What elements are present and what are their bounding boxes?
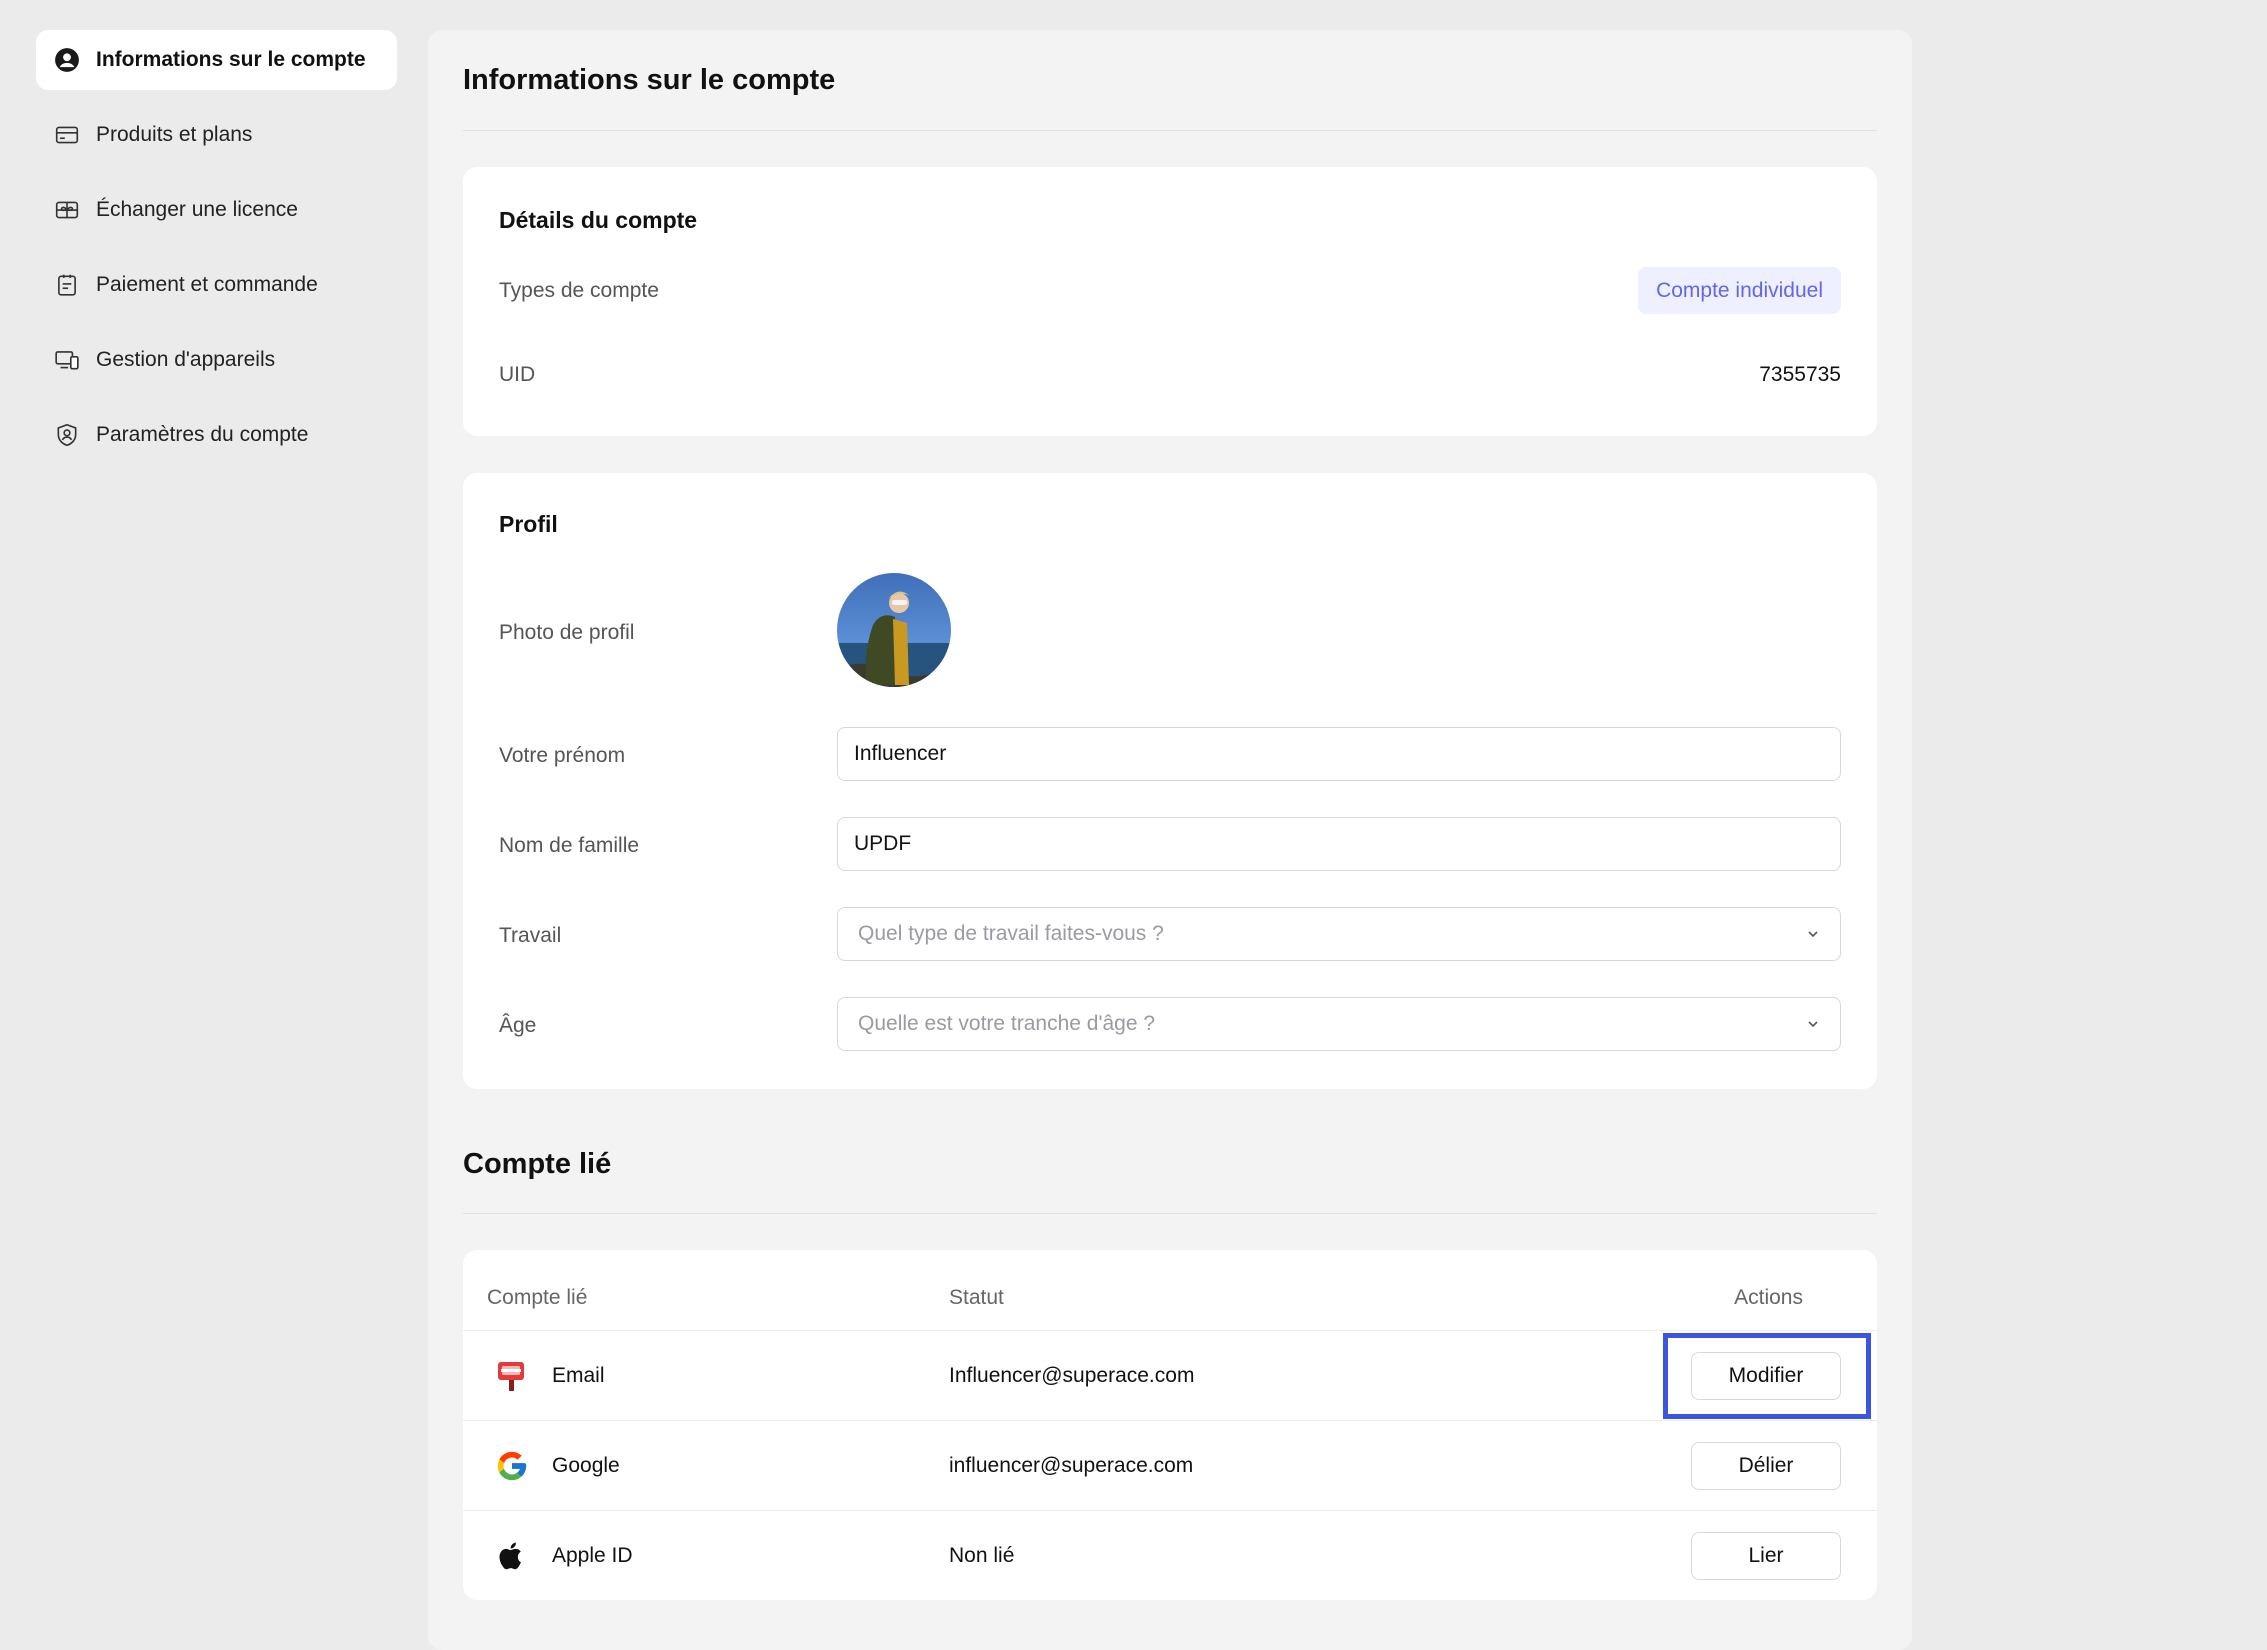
chevron-down-icon xyxy=(1808,931,1818,938)
linked-account-status: Non lié xyxy=(949,1544,1015,1567)
linked-accounts-table: Compte lié Statut Actions Email Influenc… xyxy=(463,1250,1877,1600)
profile-title: Profil xyxy=(499,511,558,537)
column-header-account: Compte lié xyxy=(487,1286,588,1309)
uid-label: UID xyxy=(499,363,536,386)
sidebar-item-devices[interactable]: Gestion d'appareils xyxy=(36,330,397,390)
account-type-label: Types de compte xyxy=(499,279,659,302)
link-apple-button[interactable]: Lier xyxy=(1691,1532,1841,1580)
linked-accounts-title: Compte lié xyxy=(463,1148,612,1180)
avatar[interactable] xyxy=(837,573,951,687)
account-details-title: Détails du compte xyxy=(499,207,698,233)
sidebar-item-label: Échanger une licence xyxy=(96,198,298,221)
table-row-google: Google influencer@superace.com Délier xyxy=(463,1420,1877,1510)
age-select[interactable]: Quelle est votre tranche d'âge ? xyxy=(837,997,1841,1051)
sidebar-item-label: Paiement et commande xyxy=(96,273,318,296)
credit-card-icon xyxy=(52,120,82,150)
account-type-badge: Compte individuel xyxy=(1638,267,1841,314)
mailbox-icon xyxy=(495,1359,529,1393)
age-label: Âge xyxy=(499,1014,537,1037)
highlight-box xyxy=(1663,1333,1871,1419)
apple-icon xyxy=(495,1539,529,1573)
age-placeholder: Quelle est votre tranche d'âge ? xyxy=(858,1012,1156,1035)
linked-account-status: Influencer@superace.com xyxy=(949,1364,1195,1387)
last-name-input[interactable] xyxy=(837,817,1841,871)
account-details-card: Détails du compte Types de compte Compte… xyxy=(463,167,1877,436)
sidebar-item-account-settings[interactable]: Paramètres du compte xyxy=(36,405,397,465)
job-label: Travail xyxy=(499,924,562,947)
linked-account-name: Email xyxy=(552,1364,605,1387)
first-name-label: Votre prénom xyxy=(499,744,626,767)
unlink-google-button[interactable]: Délier xyxy=(1691,1442,1841,1490)
shield-user-icon xyxy=(52,420,82,450)
title-divider xyxy=(463,130,1877,131)
devices-icon xyxy=(52,345,82,375)
sidebar-item-label: Paramètres du compte xyxy=(96,423,309,446)
job-placeholder: Quel type de travail faites-vous ? xyxy=(858,922,1164,945)
page-title: Informations sur le compte xyxy=(463,64,836,96)
table-row-email: Email Influencer@superace.com Modifier xyxy=(463,1330,1877,1420)
linked-account-name: Google xyxy=(552,1454,620,1477)
column-header-status: Statut xyxy=(949,1286,1004,1309)
clipboard-icon xyxy=(52,270,82,300)
linked-divider xyxy=(463,1213,1877,1214)
photo-label: Photo de profil xyxy=(499,621,635,644)
first-name-input[interactable] xyxy=(837,727,1841,781)
sidebar-item-redeem-license[interactable]: Échanger une licence xyxy=(36,180,397,240)
sidebar-item-payment-orders[interactable]: Paiement et commande xyxy=(36,255,397,315)
user-circle-icon xyxy=(52,45,82,75)
sidebar: Informations sur le compte Produits et p… xyxy=(36,30,397,480)
main-panel: Informations sur le compte Détails du co… xyxy=(428,30,1912,1650)
chevron-down-icon xyxy=(1808,1021,1818,1028)
gift-icon xyxy=(52,195,82,225)
sidebar-item-label: Informations sur le compte xyxy=(96,48,366,71)
table-row-apple: Apple ID Non lié Lier xyxy=(463,1510,1877,1600)
column-header-actions: Actions xyxy=(1734,1286,1803,1309)
linked-account-status: influencer@superace.com xyxy=(949,1454,1194,1477)
last-name-label: Nom de famille xyxy=(499,834,640,857)
sidebar-item-label: Gestion d'appareils xyxy=(96,348,276,371)
sidebar-item-label: Produits et plans xyxy=(96,123,253,146)
linked-account-name: Apple ID xyxy=(552,1544,633,1567)
google-icon xyxy=(495,1449,529,1483)
sidebar-item-account-info[interactable]: Informations sur le compte xyxy=(36,30,397,90)
sidebar-item-products[interactable]: Produits et plans xyxy=(36,105,397,165)
job-select[interactable]: Quel type de travail faites-vous ? xyxy=(837,907,1841,961)
profile-card: Profil Photo de profil Votre prénom Infl… xyxy=(463,473,1877,1089)
uid-value: 7355735 xyxy=(1759,363,1841,386)
